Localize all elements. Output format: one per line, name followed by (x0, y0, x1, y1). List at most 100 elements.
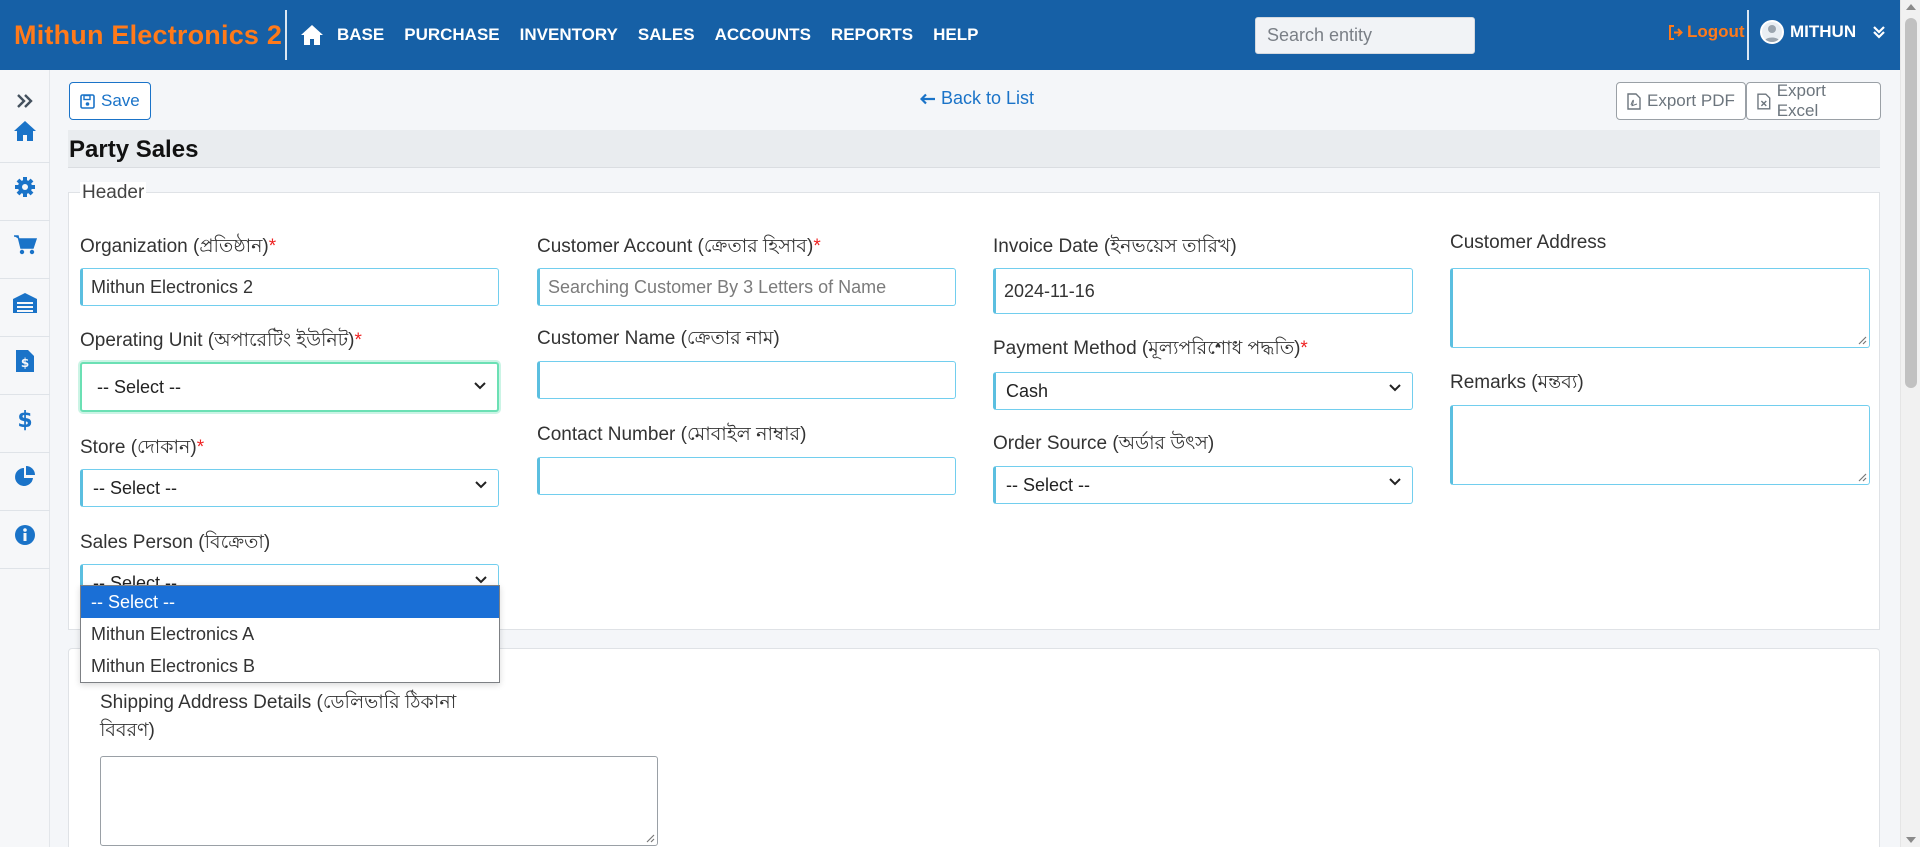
svg-text:$: $ (21, 356, 29, 370)
expand-sidebar-icon[interactable] (12, 88, 38, 114)
main-content: Save Back to List Export PDF Export Exce… (68, 70, 1881, 847)
order-source-select[interactable]: -- Select -- (993, 466, 1413, 504)
sidebar: $ $ (0, 70, 50, 847)
order-source-value: -- Select -- (1006, 474, 1091, 495)
sidebar-divider (0, 162, 50, 163)
double-chevron-down-icon (1873, 26, 1885, 39)
excel-file-icon (1757, 92, 1771, 110)
operating-unit-value: -- Select -- (97, 376, 182, 397)
sidebar-divider (0, 278, 50, 279)
avatar (1760, 20, 1784, 44)
order-source-label: Order Source (অর্ডার উৎস) (993, 433, 1215, 454)
user-menu[interactable]: MITHUN (1760, 20, 1886, 44)
payment-method-label: Payment Method (মূল্যপরিশোধ পদ্ধতি)* (993, 338, 1308, 359)
payment-method-select[interactable]: Cash (993, 372, 1413, 410)
svg-text:$: $ (17, 408, 32, 431)
scrollbar-thumb[interactable] (1905, 18, 1917, 388)
export-excel-button[interactable]: Export Excel (1746, 81, 1881, 120)
sales-person-dropdown: -- Select -- Mithun Electronics A Mithun… (80, 585, 500, 683)
store-select[interactable]: -- Select -- (80, 469, 499, 507)
brand-logo[interactable]: Mithun Electronics 2 (0, 20, 285, 51)
export-excel-label: Export Excel (1776, 81, 1826, 120)
nav-inventory[interactable]: INVENTORY (520, 25, 618, 45)
user-name: MITHUN (1790, 22, 1857, 41)
scroll-up-arrow[interactable] (1906, 4, 1916, 10)
customer-name-label: Customer Name (ক্রেতার নাম) (537, 328, 780, 349)
contact-number-label: Contact Number (মোবাইল নাম্বার) (537, 424, 807, 445)
customer-name-input[interactable] (537, 361, 956, 399)
nav-accounts[interactable]: ACCOUNTS (715, 25, 811, 45)
dropdown-option[interactable]: Mithun Electronics A (81, 618, 499, 650)
invoice-date-input[interactable] (993, 268, 1413, 314)
scroll-down-arrow[interactable] (1906, 837, 1916, 843)
home-icon[interactable] (12, 118, 38, 144)
sidebar-divider (0, 452, 50, 453)
shipping-address-textarea[interactable] (100, 756, 658, 846)
back-to-list-link[interactable]: Back to List (920, 88, 1034, 109)
invoice-date-label: Invoice Date (ইনভয়েস তারিখ) (993, 236, 1237, 257)
contact-number-input[interactable] (537, 457, 956, 495)
sidebar-divider (0, 220, 50, 221)
customer-address-textarea[interactable] (1450, 268, 1870, 348)
chevron-down-icon (1389, 384, 1401, 392)
save-label: Save (101, 91, 140, 110)
logout-link[interactable]: Logout (1668, 22, 1745, 42)
warehouse-icon[interactable] (12, 290, 38, 316)
chevron-down-icon (474, 382, 486, 390)
save-icon (80, 93, 95, 109)
logout-label: Logout (1687, 22, 1745, 41)
sidebar-divider (0, 336, 50, 337)
customer-address-label: Customer Address (1450, 232, 1607, 253)
customer-account-label: Customer Account (ক্রেতার হিসাব)* (537, 236, 821, 257)
export-pdf-label: Export PDF (1647, 91, 1735, 110)
nav-reports[interactable]: REPORTS (831, 25, 913, 45)
shipping-address-label-cont: বিবরণ) (100, 720, 155, 741)
operating-unit-label: Operating Unit (অপারেটিং ইউনিট)* (80, 330, 362, 351)
resize-grip-icon (1858, 336, 1867, 345)
sidebar-divider (0, 510, 50, 511)
store-label: Store (দোকান)* (80, 437, 205, 458)
dropdown-option[interactable]: Mithun Electronics B (81, 650, 499, 682)
chevron-down-icon (1389, 478, 1401, 486)
user-divider (1747, 10, 1749, 60)
dollar-icon[interactable]: $ (12, 406, 38, 432)
sidebar-divider (0, 394, 50, 395)
remarks-label: Remarks (মন্তব্য) (1450, 372, 1584, 393)
info-icon[interactable] (12, 522, 38, 548)
remarks-textarea[interactable] (1450, 405, 1870, 485)
dropdown-option[interactable]: -- Select -- (81, 586, 499, 618)
logout-icon (1669, 24, 1683, 40)
chevron-down-icon (475, 481, 487, 489)
export-pdf-button[interactable]: Export PDF (1616, 82, 1746, 120)
cart-icon[interactable] (12, 232, 38, 258)
nav-help[interactable]: HELP (933, 25, 978, 45)
resize-grip-icon (646, 834, 655, 843)
pdf-file-icon (1627, 92, 1641, 110)
operating-unit-select[interactable]: -- Select -- (80, 362, 499, 412)
search-entity-input[interactable] (1255, 17, 1475, 54)
header-legend: Header (80, 182, 147, 204)
gear-icon[interactable] (12, 174, 38, 200)
store-value: -- Select -- (93, 477, 178, 498)
organization-input[interactable] (80, 268, 499, 306)
nav-base[interactable]: BASE (337, 25, 384, 45)
top-navbar: Mithun Electronics 2 BASE PURCHASE INVEN… (0, 0, 1900, 70)
save-button[interactable]: Save (69, 82, 151, 120)
nav-purchase[interactable]: PURCHASE (404, 25, 499, 45)
nav-sales[interactable]: SALES (638, 25, 695, 45)
invoice-icon[interactable]: $ (12, 348, 38, 374)
chevron-down-icon (475, 576, 487, 584)
resize-grip-icon (1858, 473, 1867, 482)
back-to-list-label: Back to List (941, 88, 1035, 108)
arrow-left-icon (920, 93, 935, 104)
sidebar-divider (0, 568, 50, 569)
payment-method-value: Cash (1006, 380, 1049, 401)
page-title-bar: Party Sales (68, 130, 1880, 168)
customer-account-input[interactable] (537, 268, 956, 306)
organization-label: Organization (প্রতিষ্ঠান)* (80, 236, 277, 257)
sales-person-label: Sales Person (বিক্রেতা) (80, 532, 271, 553)
home-icon[interactable] (287, 24, 337, 46)
page-scrollbar[interactable] (1900, 0, 1920, 847)
page-title: Party Sales (69, 136, 199, 163)
pie-chart-icon[interactable] (12, 464, 38, 490)
